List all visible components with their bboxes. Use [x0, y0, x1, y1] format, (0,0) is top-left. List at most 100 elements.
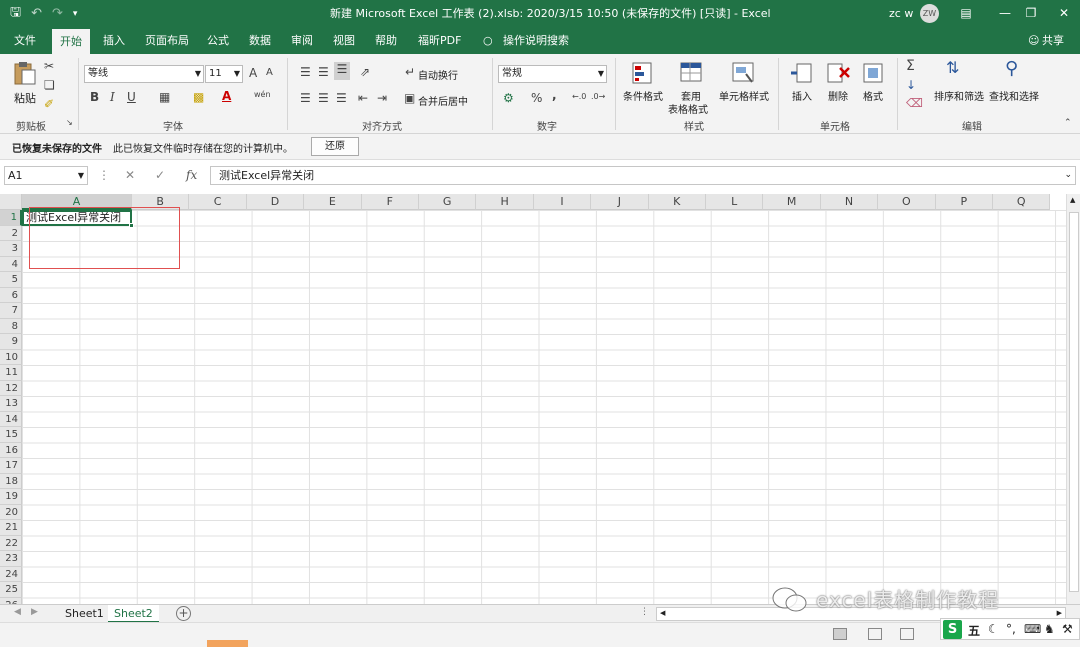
normal-view-icon[interactable]	[833, 628, 847, 640]
tools-icon[interactable]: ⚒	[1062, 622, 1073, 636]
row-header[interactable]: 3	[0, 241, 22, 257]
format-painter-icon[interactable]: ✐	[44, 97, 54, 111]
percent-button[interactable]: %	[531, 91, 542, 105]
tab-split-icon[interactable]: ⋮	[640, 607, 649, 617]
worksheet-grid[interactable]: ABCDEFGHIJKLMNOPQ 1 2 3 4 5 6 7 8 9 10 11 12 13 14 15 1…	[0, 194, 1066, 604]
font-name-select[interactable]: 等线 ▼	[84, 65, 204, 83]
column-header[interactable]: D	[246, 194, 305, 210]
cut-icon[interactable]: ✂	[44, 59, 54, 73]
row-header[interactable]: 4	[0, 256, 22, 272]
collapse-ribbon-icon[interactable]: ⌃	[1064, 118, 1072, 128]
customize-qat-icon[interactable]: ▾	[73, 9, 78, 19]
row-header[interactable]: 19	[0, 489, 22, 505]
column-header[interactable]: N	[820, 194, 879, 210]
row-header[interactable]: 8	[0, 318, 22, 334]
conditional-formatting-icon[interactable]	[630, 60, 656, 86]
add-sheet-icon[interactable]: +	[176, 606, 191, 621]
column-header[interactable]: P	[935, 194, 993, 210]
tab-view[interactable]: 视图	[333, 27, 355, 54]
autosum-icon[interactable]: Σ	[906, 58, 915, 74]
wrap-text-icon[interactable]: ↵	[405, 65, 415, 79]
align-left-icon[interactable]: ☰	[300, 91, 311, 105]
column-header[interactable]: C	[189, 194, 247, 210]
tab-home[interactable]: 开始	[52, 29, 90, 54]
row-header[interactable]: 9	[0, 334, 22, 350]
row-header[interactable]: 2	[0, 225, 22, 241]
column-header[interactable]: G	[419, 194, 477, 210]
tell-me-search[interactable]: 操作说明搜索	[503, 27, 569, 54]
wrap-text-button[interactable]: 自动换行	[418, 67, 458, 82]
tab-insert[interactable]: 插入	[103, 27, 125, 54]
column-header[interactable]: E	[304, 194, 362, 210]
column-header[interactable]: J	[591, 194, 649, 210]
keyboard-icon[interactable]: ⌨	[1024, 622, 1041, 636]
next-sheet-icon[interactable]: ▶	[31, 607, 38, 617]
conditional-formatting-button[interactable]: 条件格式	[620, 88, 666, 103]
paste-icon[interactable]	[12, 60, 38, 86]
redo-icon[interactable]: ↷	[52, 6, 63, 21]
undo-icon[interactable]: ↶	[31, 6, 42, 21]
format-cells-icon[interactable]	[860, 60, 886, 86]
page-layout-view-icon[interactable]	[868, 628, 882, 640]
row-header[interactable]: 11	[0, 365, 22, 381]
format-as-table-icon[interactable]	[678, 60, 704, 86]
ime-toolbar[interactable]: S 五 ☾ °, ⌨ ♞ ⚒	[940, 618, 1080, 640]
row-header[interactable]: 16	[0, 442, 22, 458]
font-color-button[interactable]: A	[222, 89, 231, 103]
ime-logo-icon[interactable]: S	[943, 620, 962, 639]
ime-mode[interactable]: 五	[968, 622, 980, 639]
find-select-button[interactable]: 查找和选择	[989, 88, 1039, 103]
insert-cells-icon[interactable]	[789, 60, 815, 86]
row-header[interactable]: 10	[0, 349, 22, 365]
format-as-table-line2[interactable]: 表格格式	[664, 101, 712, 116]
sheet-tab-sheet2[interactable]: Sheet2	[108, 605, 159, 623]
enter-icon[interactable]: ✓	[155, 166, 165, 185]
row-header[interactable]: 17	[0, 458, 22, 474]
share-button[interactable]: 共享	[1042, 27, 1064, 54]
grow-font-icon[interactable]: A	[249, 66, 257, 80]
align-center-icon[interactable]: ☰	[318, 91, 329, 105]
prev-sheet-icon[interactable]: ◀	[14, 607, 21, 617]
align-bottom-icon[interactable]: ☰	[334, 62, 350, 80]
clear-icon[interactable]: ⌫	[906, 96, 923, 110]
increase-indent-icon[interactable]: ⇥	[377, 91, 387, 105]
paste-button[interactable]: 粘贴	[12, 90, 38, 106]
cell-styles-button[interactable]: 单元格样式	[716, 88, 772, 103]
format-button[interactable]: 格式	[857, 88, 889, 103]
column-header[interactable]: M	[763, 194, 821, 210]
column-header[interactable]: Q	[993, 194, 1051, 210]
row-header[interactable]: 5	[0, 272, 22, 288]
cancel-icon[interactable]: ✕	[125, 166, 135, 185]
column-header[interactable]: L	[706, 194, 764, 210]
row-header[interactable]: 7	[0, 303, 22, 319]
restore-window-icon[interactable]: ❐	[1013, 0, 1049, 27]
tab-data[interactable]: 数据	[249, 27, 271, 54]
row-header[interactable]: 14	[0, 411, 22, 427]
punctuation-icon[interactable]: °,	[1006, 622, 1016, 636]
row-header[interactable]: 1	[0, 210, 22, 226]
row-header[interactable]: 13	[0, 396, 22, 412]
dialog-launcher-icon[interactable]: ↘	[66, 118, 73, 127]
phonetic-guide-icon[interactable]: wén	[254, 90, 271, 99]
align-middle-icon[interactable]: ☰	[318, 65, 329, 79]
accounting-format-icon[interactable]: ⚙	[503, 91, 514, 105]
formula-input[interactable]: 测试Excel异常关闭 ⌄	[210, 166, 1076, 185]
insert-function-button[interactable]: fx	[186, 166, 197, 185]
column-header[interactable]: K	[648, 194, 706, 210]
tab-help[interactable]: 帮助	[375, 27, 397, 54]
scroll-right-icon[interactable]: ▶	[1057, 609, 1062, 617]
fill-color-icon[interactable]: ▩	[193, 90, 204, 104]
sheet-tab-sheet1[interactable]: Sheet1	[59, 605, 110, 623]
row-header[interactable]: 15	[0, 427, 22, 443]
column-header[interactable]: O	[878, 194, 936, 210]
number-format-select[interactable]: 常规 ▼	[498, 65, 607, 83]
increase-decimal-icon[interactable]: ←.0	[572, 92, 586, 101]
find-select-icon[interactable]: ⚲	[1005, 58, 1018, 79]
vertical-scroll-thumb[interactable]	[1069, 212, 1079, 592]
shrink-font-icon[interactable]: A	[266, 67, 273, 78]
decrease-decimal-icon[interactable]: .0→	[591, 92, 605, 101]
row-header[interactable]: 21	[0, 520, 22, 536]
scroll-left-icon[interactable]: ◀	[660, 609, 665, 617]
user-name[interactable]: zc w	[889, 0, 913, 27]
select-all-button[interactable]	[0, 194, 22, 210]
